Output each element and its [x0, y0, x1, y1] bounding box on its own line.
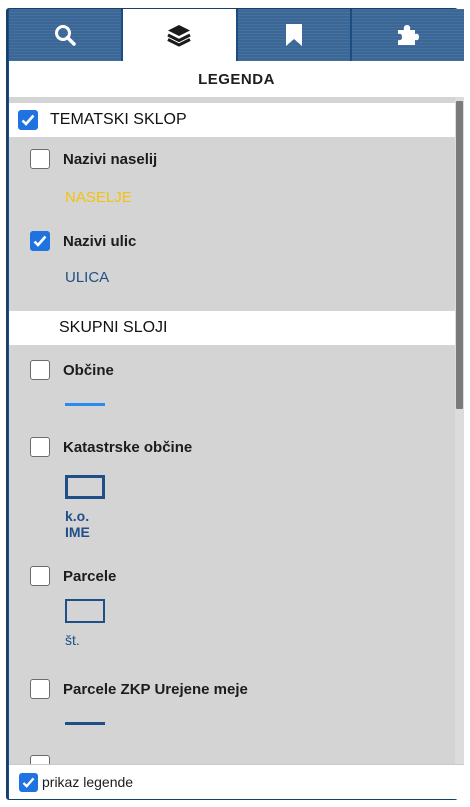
layer-nazivi-naselij-checkbox[interactable]: [30, 149, 50, 169]
legend-content: TEMATSKI SKLOP Nazivi naselij NASELJE Na…: [9, 97, 455, 764]
tab-bar: [9, 9, 464, 61]
obcine-line-symbol: [65, 403, 105, 406]
layer-nazivi-ulic-checkbox[interactable]: [30, 231, 50, 251]
layer-katastrske-checkbox[interactable]: [30, 437, 50, 457]
parcele-st-text: št.: [65, 632, 80, 648]
layer-parcele-zkp: Parcele ZKP Urejene meje: [30, 679, 248, 699]
tab-bookmarks[interactable]: [237, 9, 350, 61]
layer-parcele-zkp-checkbox[interactable]: [30, 679, 50, 699]
show-legend-label: prikaz legende: [42, 774, 134, 790]
katastrske-rect-symbol: [65, 475, 105, 499]
layer-nazivi-naselij: Nazivi naselij: [30, 149, 157, 169]
check-icon: [33, 235, 47, 247]
layer-nazivi-ulic: Nazivi ulic: [30, 231, 136, 251]
layer-katastrske-obcine: Katastrske občine: [30, 437, 192, 457]
search-icon: [55, 25, 76, 46]
tab-plugins[interactable]: [351, 9, 464, 61]
group-tematski-sklop: TEMATSKI SKLOP: [9, 103, 455, 137]
legend-scrollbar[interactable]: [455, 97, 464, 764]
layer-obcine-label: Občine: [63, 361, 114, 379]
katastrske-ime-text: IME: [65, 524, 90, 540]
layer-parcele: Parcele: [30, 566, 116, 586]
layer-obcine-checkbox[interactable]: [30, 360, 50, 380]
parcele-rect-symbol: [65, 599, 105, 623]
scrollbar-thumb[interactable]: [456, 101, 463, 409]
layer-next-checkbox[interactable]: [30, 755, 50, 764]
layer-parcele-checkbox[interactable]: [30, 566, 50, 586]
layer-next-partial: [30, 755, 50, 764]
ulica-symbol-text: ULICA: [65, 269, 110, 286]
legend-title: LEGENDA: [9, 61, 464, 98]
show-legend-checkbox[interactable]: [19, 772, 38, 792]
legend-footer: prikaz legende: [9, 764, 464, 799]
layer-parcele-label: Parcele: [63, 567, 117, 585]
check-icon: [21, 114, 35, 126]
layer-nazivi-ulic-label: Nazivi ulic: [63, 232, 137, 250]
bookmark-icon: [285, 24, 302, 46]
group-skupni-label: SKUPNI SLOJI: [59, 319, 168, 336]
naselje-symbol-text: NASELJE: [65, 189, 132, 206]
check-icon: [22, 777, 35, 788]
tab-layers[interactable]: [123, 9, 236, 61]
layer-nazivi-naselij-label: Nazivi naselij: [63, 150, 158, 168]
puzzle-icon: [397, 25, 419, 45]
group-tematski-label: TEMATSKI SKLOP: [50, 111, 187, 128]
group-tematski-checkbox[interactable]: [18, 110, 38, 130]
layer-parcele-zkp-label: Parcele ZKP Urejene meje: [63, 680, 248, 698]
layer-katastrske-label: Katastrske občine: [63, 438, 193, 456]
tab-search[interactable]: [9, 9, 122, 61]
layers-icon: [167, 25, 192, 47]
katastrske-ko-text: k.o.: [65, 508, 90, 524]
layer-obcine: Občine: [30, 360, 114, 380]
group-skupni-sloji: SKUPNI SLOJI: [9, 311, 455, 345]
parcele-zkp-line-symbol: [65, 722, 105, 725]
